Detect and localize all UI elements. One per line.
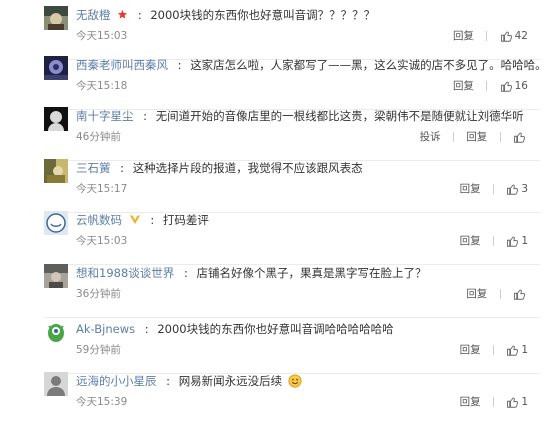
username-link[interactable]: 西秦老师叫西秦风 — [76, 58, 168, 72]
avatar[interactable] — [44, 56, 68, 80]
like-count: 42 — [514, 30, 528, 42]
comment-header: 远海的小小星辰 : 网易新闻永远没后续 — [76, 372, 538, 390]
reply-button[interactable]: 回复 — [460, 396, 481, 408]
divider — [492, 184, 494, 194]
thumbs-up-icon — [500, 31, 512, 42]
avatar[interactable] — [44, 372, 68, 396]
avatar[interactable] — [44, 6, 68, 30]
username-link[interactable]: 无敌橙 — [76, 8, 111, 22]
divider — [452, 132, 454, 142]
like-button[interactable]: 3 — [506, 183, 528, 195]
comment-header: 三石黉 : 这种选择片段的报道，我觉得不应该跟风表态 — [76, 161, 363, 175]
comment-text: 这种选择片段的报道，我觉得不应该跟风表态 — [132, 161, 363, 175]
divider — [486, 81, 488, 91]
thumbs-up-icon — [507, 345, 519, 356]
avatar[interactable] — [44, 159, 68, 183]
username-link[interactable]: 云帆数码 — [76, 213, 122, 227]
reply-button[interactable]: 回复 — [460, 235, 481, 247]
comment-item: 云帆数码 : 打码差评 今天15:03 回复 1 — [0, 205, 550, 265]
avatar[interactable] — [44, 107, 68, 131]
username-link[interactable]: 三石黉 — [76, 161, 111, 175]
comment-time: 今天15:18 — [76, 80, 128, 92]
divider — [499, 132, 501, 142]
thumbs-up-icon — [507, 236, 519, 247]
like-count: 1 — [521, 344, 528, 356]
comment-time: 今天15:17 — [76, 183, 128, 195]
comment-item: 三石黉 : 这种选择片段的报道，我觉得不应该跟风表态 今天15:17 回复 3 — [0, 153, 550, 213]
like-button[interactable]: 16 — [500, 80, 528, 92]
comment-text: 2000块钱的东西你也好意叫音调？？？？？ — [150, 8, 376, 22]
comment-text: 打码差评 — [162, 213, 209, 227]
comment-header: Ak-Bjnews : 2000块钱的东西你也好意叫音调哈哈哈哈哈哈 — [76, 322, 394, 336]
comment-header: 想和1988谈谈世界 : 店铺名好像个黑子，果真是黑字写在脸上了？ — [76, 266, 427, 280]
comment-actions: 回复 1 — [460, 343, 528, 357]
reply-button[interactable]: 回复 — [466, 131, 487, 143]
thumbs-up-icon — [507, 184, 519, 195]
comment-item: 想和1988谈谈世界 : 店铺名好像个黑子，果真是黑字写在脸上了？ 36分钟前 … — [0, 258, 550, 318]
comment-actions: 回复 — [466, 287, 528, 301]
red-star-icon — [117, 7, 128, 25]
thumbs-up-icon — [500, 81, 512, 92]
thumbs-up-icon — [514, 289, 525, 300]
divider — [492, 236, 494, 246]
like-button[interactable] — [513, 131, 528, 143]
reply-button[interactable]: 回复 — [460, 344, 481, 356]
like-button[interactable]: 1 — [506, 396, 528, 408]
thumbs-up-icon — [507, 397, 519, 408]
like-count: 1 — [521, 235, 528, 247]
report-button[interactable]: 投诉 — [420, 131, 441, 143]
comment-header: 南十字星尘 : 无间道开始的音像店里的一根线都比这贵，梁朝伟不是随便就让刘德华听 — [76, 109, 524, 123]
comment-actions: 投诉 回复 — [420, 130, 528, 144]
comment-text: 网易新闻永远没后续 — [178, 374, 283, 388]
reply-button[interactable]: 回复 — [460, 183, 481, 195]
smile-emoji-icon — [288, 374, 302, 388]
username-link[interactable]: 南十字星尘 — [76, 109, 134, 123]
reply-button[interactable]: 回复 — [453, 30, 474, 42]
divider — [492, 397, 494, 407]
like-button[interactable] — [513, 288, 528, 300]
comment-actions: 回复 3 — [460, 182, 528, 196]
comment-time: 59分钟前 — [76, 344, 121, 356]
like-button[interactable]: 42 — [500, 30, 528, 42]
reply-button[interactable]: 回复 — [466, 288, 487, 300]
comment-actions: 回复 1 — [460, 234, 528, 248]
comment-actions: 回复 16 — [453, 79, 528, 93]
avatar[interactable] — [44, 320, 68, 344]
comment-text: 店铺名好像个黑子，果真是黑字写在脸上了？ — [196, 266, 427, 280]
reply-button[interactable]: 回复 — [453, 80, 474, 92]
comment-header: 无敌橙 : 2000块钱的东西你也好意叫音调？？？？？ — [76, 6, 538, 24]
like-count: 1 — [521, 396, 528, 408]
comment-header: 云帆数码 : 打码差评 — [76, 211, 538, 229]
divider — [499, 289, 501, 299]
comment-header: 西秦老师叫西秦风 : 这家店怎么啦，人家都写了——黑，这么实诚的店不多见了。哈哈… — [76, 58, 547, 72]
comment-text: 2000块钱的东西你也好意叫音调哈哈哈哈哈哈 — [157, 322, 394, 336]
like-count: 3 — [521, 183, 528, 195]
like-button[interactable]: 1 — [506, 344, 528, 356]
comment-item: 南十字星尘 : 无间道开始的音像店里的一根线都比这贵，梁朝伟不是随便就让刘德华听… — [0, 101, 550, 161]
avatar[interactable] — [44, 211, 68, 235]
comment-text: 无间道开始的音像店里的一根线都比这贵，梁朝伟不是随便就让刘德华听 — [155, 109, 524, 123]
comment-time: 36分钟前 — [76, 288, 121, 300]
comment-time: 今天15:39 — [76, 396, 128, 408]
divider — [486, 31, 488, 41]
comment-actions: 回复 42 — [453, 29, 528, 43]
comment-item: 远海的小小星辰 : 网易新闻永远没后续 今天15:39 回复 1 — [0, 366, 550, 426]
username-link[interactable]: 远海的小小星辰 — [76, 374, 157, 388]
comment-text: 这家店怎么啦，人家都写了——黑，这么实诚的店不多见了。哈哈哈。 — [190, 58, 547, 72]
comment-time: 今天15:03 — [76, 30, 128, 42]
comment-list: 无敌橙 : 2000块钱的东西你也好意叫音调？？？？？ 今天15:03 回复 4… — [0, 0, 550, 408]
verified-v-icon — [129, 212, 141, 230]
comment-item: Ak-Bjnews : 2000块钱的东西你也好意叫音调哈哈哈哈哈哈 59分钟前… — [0, 314, 550, 374]
comment-actions: 回复 1 — [460, 395, 528, 409]
username-link[interactable]: Ak-Bjnews — [76, 322, 135, 336]
comment-time: 今天15:03 — [76, 235, 128, 247]
username-link[interactable]: 想和1988谈谈世界 — [76, 266, 174, 280]
divider — [492, 345, 494, 355]
avatar[interactable] — [44, 264, 68, 288]
like-button[interactable]: 1 — [506, 235, 528, 247]
comment-time: 46分钟前 — [76, 131, 121, 143]
thumbs-up-icon — [514, 132, 525, 143]
like-count: 16 — [514, 80, 528, 92]
